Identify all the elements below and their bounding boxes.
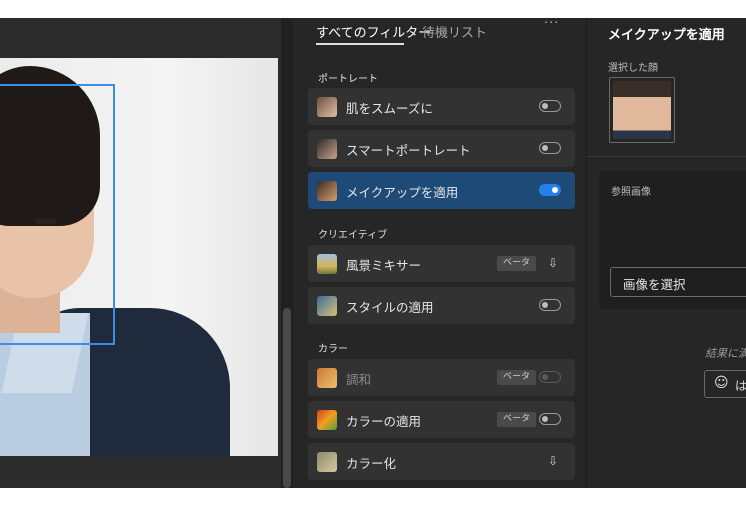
- cloud-download-icon[interactable]: ⇩: [548, 454, 558, 468]
- style-thumb-icon: [317, 296, 337, 316]
- reference-image-card: 参照画像 画像を選択: [599, 171, 746, 309]
- filter-item-label: スマートポートレート: [346, 143, 471, 158]
- reference-image-label: 参照画像: [611, 187, 651, 198]
- harmony-thumb-icon: [317, 368, 337, 388]
- filter-item-label: カラー化: [346, 456, 397, 471]
- landscape-thumb-icon: [317, 254, 337, 274]
- filter-item-colorize[interactable]: カラー化 ⇩: [308, 443, 575, 480]
- image-canvas[interactable]: [0, 18, 285, 488]
- section-portrait: ポートレート: [318, 74, 378, 85]
- scrollbar-thumb[interactable]: [283, 308, 291, 488]
- settings-title: メイクアップを適用: [608, 28, 725, 43]
- face-thumb-icon: [317, 97, 337, 117]
- filter-item-color-transfer[interactable]: カラーの適用 ベータ: [308, 401, 575, 438]
- beta-badge: ベータ: [497, 256, 537, 271]
- tab-all-filters[interactable]: すべてのフィルター: [316, 22, 431, 41]
- app-window: すべてのフィルター 待機リスト ··· ポートレート 肌をスムーズに スマートポ…: [0, 18, 746, 488]
- toggle-switch[interactable]: [539, 299, 561, 311]
- filter-item-apply-makeup[interactable]: メイクアップを適用: [308, 172, 575, 209]
- toggle-switch[interactable]: [539, 371, 561, 383]
- filter-item-smart-portrait[interactable]: スマートポートレート: [308, 130, 575, 167]
- toggle-switch[interactable]: [539, 184, 561, 196]
- filter-item-smooth-skin[interactable]: 肌をスムーズに: [308, 88, 575, 125]
- selected-face-label: 選択した顔: [608, 63, 658, 74]
- color-transfer-thumb-icon: [317, 410, 337, 430]
- filter-item-label: カラーの適用: [346, 414, 422, 429]
- selected-face-thumbnail[interactable]: [609, 77, 675, 143]
- filter-item-label: 肌をスムーズに: [346, 101, 433, 116]
- filter-item-label: 風景ミキサー: [346, 258, 422, 273]
- colorize-thumb-icon: [317, 452, 337, 472]
- face-detection-box[interactable]: [0, 84, 115, 345]
- section-divider: [587, 156, 746, 157]
- filter-item-label: 調和: [346, 372, 372, 387]
- filter-settings-panel: メイクアップを適用 選択した顔 参照画像 画像を選択 結果に満 ☺ は: [586, 18, 746, 488]
- face-image: [613, 81, 671, 139]
- beta-badge: ベータ: [497, 412, 537, 427]
- face-thumb-icon: [317, 181, 337, 201]
- tab-waitlist[interactable]: 待機リスト: [422, 22, 487, 41]
- face-thumb-icon: [317, 139, 337, 159]
- filter-item-label: スタイルの適用: [346, 300, 434, 315]
- result-feedback-note: 結果に満: [705, 347, 746, 360]
- cloud-download-icon[interactable]: ⇩: [548, 256, 558, 270]
- filter-item-harmony[interactable]: 調和 ベータ: [308, 359, 575, 396]
- toggle-switch[interactable]: [539, 142, 561, 154]
- feedback-yes-button[interactable]: ☺ は: [704, 370, 746, 398]
- beta-badge: ベータ: [497, 370, 537, 385]
- toggle-switch[interactable]: [539, 100, 561, 112]
- select-image-button[interactable]: 画像を選択: [610, 267, 746, 297]
- filter-item-label: メイクアップを適用: [346, 185, 459, 200]
- feedback-label: は: [735, 379, 746, 393]
- section-color: カラー: [318, 344, 348, 355]
- filters-panel: すべてのフィルター 待機リスト ··· ポートレート 肌をスムーズに スマートポ…: [300, 18, 585, 488]
- filter-item-style-transfer[interactable]: スタイルの適用: [308, 287, 575, 324]
- section-creative: クリエイティブ: [318, 230, 388, 241]
- more-options-icon[interactable]: ···: [544, 18, 559, 31]
- select-image-label: 画像を選択: [623, 277, 686, 292]
- filter-item-landscape-mixer[interactable]: 風景ミキサー ベータ ⇩: [308, 245, 575, 282]
- toggle-switch[interactable]: [539, 413, 561, 425]
- smile-icon: ☺: [714, 375, 729, 391]
- active-tab-indicator: [316, 43, 404, 45]
